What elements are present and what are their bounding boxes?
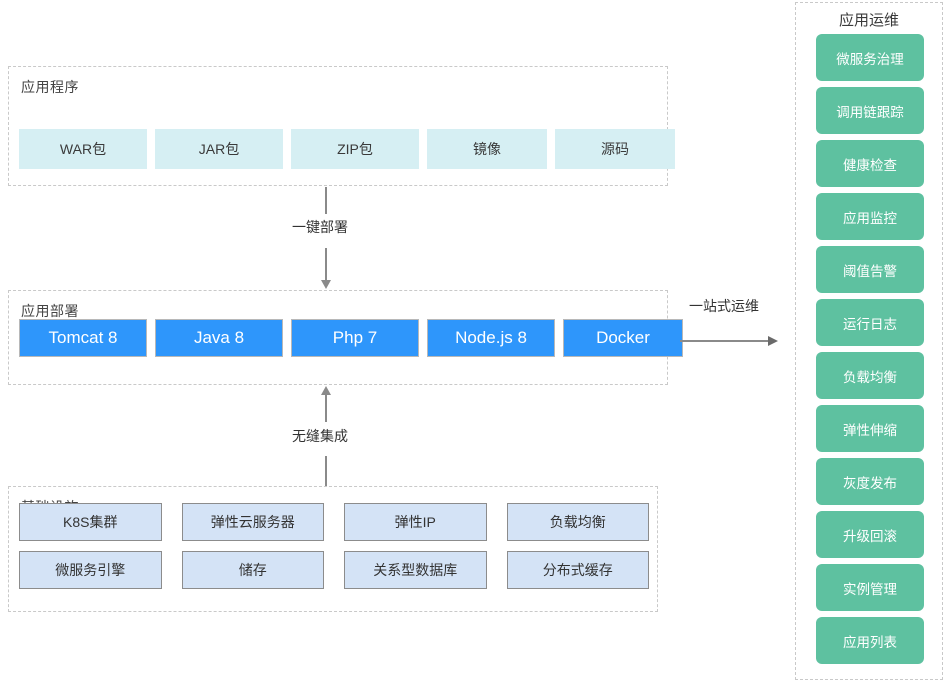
chip-ops-threshold-alarm[interactable]: 阈值告警 bbox=[816, 246, 924, 293]
chip-infrastructure-elastic-cloud-server[interactable]: 弹性云服务器 bbox=[181, 503, 324, 541]
group-title-application-operations: 应用运维 bbox=[838, 12, 899, 29]
connector-app-to-deploy-line-lower bbox=[325, 248, 327, 281]
chip-deployment-nodejs[interactable]: Node.js 8 bbox=[427, 319, 555, 357]
chip-deployment-docker[interactable]: Docker bbox=[563, 319, 683, 357]
connector-deploy-to-ops-line bbox=[680, 340, 770, 342]
chip-infrastructure-distributed-cache[interactable]: 分布式缓存 bbox=[506, 551, 649, 589]
chip-ops-upgrade-rollback[interactable]: 升级回滚 bbox=[816, 511, 924, 558]
chip-application-war[interactable]: WAR包 bbox=[19, 129, 147, 169]
arrow-down-icon-app-to-deploy bbox=[321, 280, 331, 289]
infrastructure-chip-row-1: K8S集群 弹性云服务器 弹性IP 负载均衡 bbox=[19, 503, 649, 541]
chip-infrastructure-k8s-cluster[interactable]: K8S集群 bbox=[19, 503, 162, 541]
chip-infrastructure-relational-database[interactable]: 关系型数据库 bbox=[344, 551, 487, 589]
chip-deployment-tomcat[interactable]: Tomcat 8 bbox=[19, 319, 147, 357]
chip-infrastructure-load-balancer[interactable]: 负载均衡 bbox=[506, 503, 649, 541]
chip-ops-instance-management[interactable]: 实例管理 bbox=[816, 564, 924, 611]
connector-label-one-click-deploy: 一键部署 bbox=[287, 216, 353, 238]
chip-application-zip[interactable]: ZIP包 bbox=[291, 129, 419, 169]
group-application-deployment: 应用部署 Tomcat 8 Java 8 Php 7 Node.js 8 Doc… bbox=[8, 290, 683, 385]
chip-deployment-java[interactable]: Java 8 bbox=[155, 319, 283, 357]
connector-label-one-stop-ops: 一站式运维 bbox=[684, 295, 764, 317]
chip-application-image[interactable]: 镜像 bbox=[427, 129, 547, 169]
chip-infrastructure-elastic-ip[interactable]: 弹性IP bbox=[344, 503, 487, 541]
chip-ops-application-monitoring[interactable]: 应用监控 bbox=[816, 193, 924, 240]
group-application-operations: 应用运维 微服务治理 调用链跟踪 健康检查 应用监控 阈值告警 运行日志 负载均… bbox=[795, 2, 943, 680]
chip-ops-call-chain-tracing[interactable]: 调用链跟踪 bbox=[816, 87, 924, 134]
infrastructure-chip-row-2: 微服务引擎 储存 关系型数据库 分布式缓存 bbox=[19, 551, 649, 589]
group-title-application-deployment: 应用部署 bbox=[21, 303, 79, 319]
chip-deployment-php[interactable]: Php 7 bbox=[291, 319, 419, 357]
operations-chip-list: 微服务治理 调用链跟踪 健康检查 应用监控 阈值告警 运行日志 负载均衡 弹性伸… bbox=[816, 34, 924, 664]
chip-ops-gray-release[interactable]: 灰度发布 bbox=[816, 458, 924, 505]
chip-ops-elastic-scaling[interactable]: 弹性伸缩 bbox=[816, 405, 924, 452]
connector-infra-to-deploy-line-upper bbox=[325, 394, 327, 422]
arrow-right-icon-deploy-to-ops bbox=[768, 336, 778, 346]
architecture-diagram-canvas: 应用程序 WAR包 JAR包 ZIP包 镜像 源码 一键部署 应用部署 Tomc… bbox=[0, 0, 950, 682]
connector-infra-to-deploy-line-lower bbox=[325, 456, 327, 486]
application-chip-row: WAR包 JAR包 ZIP包 镜像 源码 bbox=[19, 129, 675, 169]
chip-infrastructure-storage[interactable]: 储存 bbox=[181, 551, 324, 589]
deployment-chip-row: Tomcat 8 Java 8 Php 7 Node.js 8 Docker bbox=[19, 319, 683, 357]
chip-infrastructure-microservice-engine[interactable]: 微服务引擎 bbox=[19, 551, 162, 589]
chip-ops-application-list[interactable]: 应用列表 bbox=[816, 617, 924, 664]
chip-application-jar[interactable]: JAR包 bbox=[155, 129, 283, 169]
group-title-application-programs: 应用程序 bbox=[21, 79, 79, 95]
chip-ops-load-balancing[interactable]: 负载均衡 bbox=[816, 352, 924, 399]
connector-label-seamless-integration: 无缝集成 bbox=[287, 425, 353, 447]
chip-ops-runtime-logs[interactable]: 运行日志 bbox=[816, 299, 924, 346]
chip-ops-health-check[interactable]: 健康检查 bbox=[816, 140, 924, 187]
group-application-programs: 应用程序 WAR包 JAR包 ZIP包 镜像 源码 bbox=[8, 66, 675, 186]
group-infrastructure: 基础设施 K8S集群 弹性云服务器 弹性IP 负载均衡 微服务引擎 储存 关系型… bbox=[8, 486, 658, 612]
chip-ops-microservice-governance[interactable]: 微服务治理 bbox=[816, 34, 924, 81]
chip-application-source[interactable]: 源码 bbox=[555, 129, 675, 169]
connector-app-to-deploy-line-upper bbox=[325, 187, 327, 214]
